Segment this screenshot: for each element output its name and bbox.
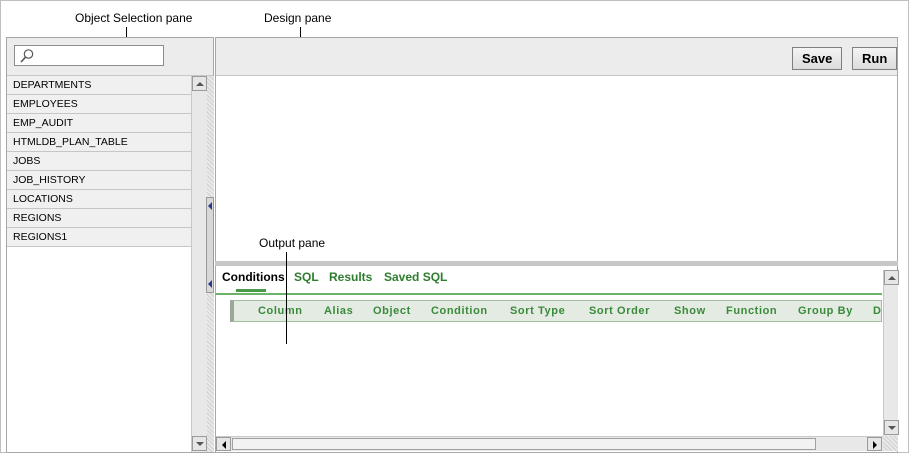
design-pane: Save Run — [215, 37, 898, 265]
resize-grip[interactable] — [883, 436, 898, 451]
list-item[interactable]: JOBS — [7, 152, 191, 171]
column-header[interactable]: Show — [674, 305, 706, 317]
tab-rule — [216, 293, 882, 295]
tab-saved-sql[interactable]: Saved SQL — [384, 270, 447, 284]
scrollbar-thumb[interactable] — [232, 438, 816, 450]
design-toolbar: Save Run — [216, 38, 898, 76]
arrow-up-icon — [888, 276, 896, 280]
list-item[interactable]: REGIONS — [7, 209, 191, 228]
column-header[interactable]: Sort Type — [510, 305, 565, 317]
column-header[interactable]: Sort Order — [589, 305, 650, 317]
search-input[interactable] — [14, 45, 164, 66]
output-vertical-scrollbar[interactable] — [883, 270, 899, 436]
column-header[interactable]: Condition — [431, 305, 488, 317]
tab-results[interactable]: Results — [329, 270, 372, 284]
arrow-down-icon — [196, 442, 204, 446]
arrow-down-icon — [888, 426, 896, 430]
collapse-arrows-icon — [208, 202, 212, 288]
column-header[interactable]: Function — [726, 305, 777, 317]
search-bar — [7, 38, 213, 76]
object-selection-pane: DEPARTMENTS EMPLOYEES EMP_AUDIT HTMLDB_P… — [6, 37, 214, 453]
arrow-up-icon — [196, 82, 204, 86]
column-header[interactable]: D — [873, 305, 881, 317]
column-header[interactable]: Object — [373, 305, 411, 317]
tab-conditions[interactable]: Conditions — [222, 270, 285, 284]
scroll-down-button[interactable] — [884, 420, 899, 435]
output-horizontal-scrollbar[interactable] — [216, 436, 883, 451]
scroll-down-button[interactable] — [192, 436, 207, 451]
list-item[interactable]: JOB_HISTORY — [7, 171, 191, 190]
tab-sql[interactable]: SQL — [294, 270, 319, 284]
callout-output: Output pane — [259, 236, 326, 250]
scroll-left-button[interactable] — [216, 437, 231, 451]
scroll-up-button[interactable] — [192, 76, 207, 91]
column-header[interactable]: Column — [258, 305, 303, 317]
conditions-grid-header: Column Alias Object Condition Sort Type … — [230, 300, 882, 322]
arrow-left-icon — [222, 441, 226, 449]
callout-design: Design pane — [264, 11, 332, 25]
object-list: DEPARTMENTS EMPLOYEES EMP_AUDIT HTMLDB_P… — [7, 76, 191, 247]
list-item[interactable]: EMP_AUDIT — [7, 114, 191, 133]
run-button[interactable]: Run — [852, 47, 898, 70]
column-header[interactable]: Alias — [324, 305, 353, 317]
callout-output-line — [286, 252, 287, 344]
list-item[interactable]: LOCATIONS — [7, 190, 191, 209]
object-list-scrollbar[interactable] — [191, 76, 207, 452]
list-item[interactable]: DEPARTMENTS — [7, 76, 191, 95]
scroll-right-button[interactable] — [867, 437, 882, 451]
scroll-up-button[interactable] — [884, 270, 899, 285]
save-button[interactable]: Save — [792, 47, 843, 70]
arrow-right-icon — [873, 441, 877, 449]
list-item[interactable]: REGIONS1 — [7, 228, 191, 247]
column-header[interactable]: Group By — [798, 305, 853, 317]
output-pane: Conditions SQL Results Saved SQL Column … — [215, 266, 899, 453]
list-item[interactable]: EMPLOYEES — [7, 95, 191, 114]
active-tab-indicator — [236, 289, 266, 292]
list-item[interactable]: HTMLDB_PLAN_TABLE — [7, 133, 191, 152]
collapse-handle[interactable] — [206, 197, 214, 293]
search-icon — [20, 49, 34, 63]
callout-object-selection: Object Selection pane — [75, 11, 193, 25]
